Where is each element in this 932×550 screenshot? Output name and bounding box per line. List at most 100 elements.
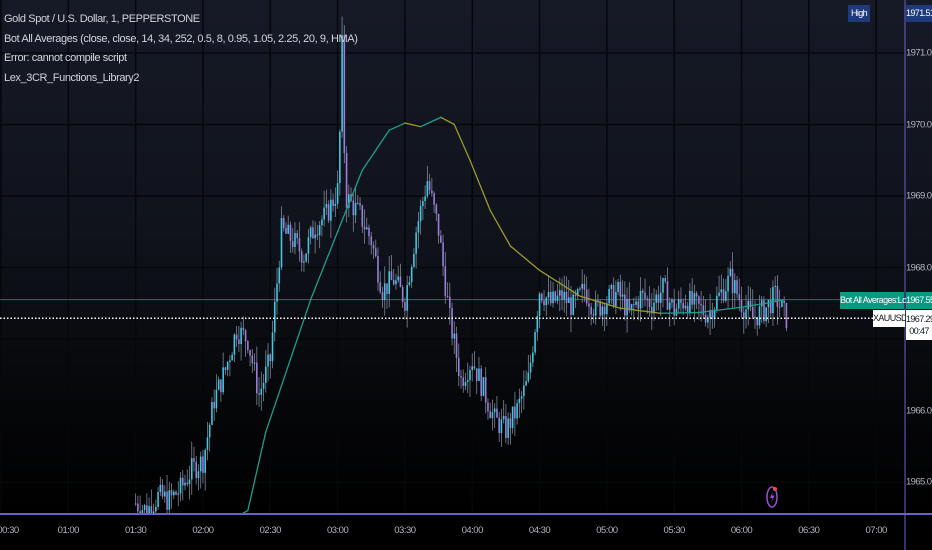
candle-up xyxy=(482,377,485,396)
candle-down xyxy=(599,301,601,316)
candle-up xyxy=(502,416,505,420)
candle-down xyxy=(505,416,507,438)
candle-down xyxy=(624,294,626,316)
candle-up xyxy=(217,379,220,390)
candle-up xyxy=(617,281,619,292)
candle-down xyxy=(195,461,198,479)
candle-up xyxy=(601,306,604,316)
candle-up xyxy=(273,301,276,333)
candle-up xyxy=(772,286,774,314)
candle-down xyxy=(399,276,402,288)
candle-down xyxy=(235,334,238,340)
library-legend[interactable]: Lex_3CR_Functions_Library2 xyxy=(4,69,357,89)
last-price-value: 1967.29 xyxy=(906,314,932,324)
candle-down xyxy=(736,280,738,295)
candle-down xyxy=(175,491,177,495)
candle-up xyxy=(309,227,312,238)
candle-down xyxy=(449,296,451,309)
candle-down xyxy=(134,503,137,505)
time-tick-label: 03:00 xyxy=(326,525,349,536)
candle-down xyxy=(392,279,395,285)
candle-up xyxy=(729,268,732,276)
candle-up xyxy=(453,333,456,339)
candle-up xyxy=(197,471,200,479)
candle-down xyxy=(657,294,660,303)
candle-down xyxy=(332,199,334,206)
candle-down xyxy=(664,278,667,282)
candle-down xyxy=(686,305,689,313)
candle-up xyxy=(733,280,736,294)
error-legend[interactable]: Error: cannot compile script xyxy=(4,49,357,69)
lightning-alert-icon[interactable] xyxy=(763,484,783,510)
candle-up xyxy=(383,283,386,300)
candle-up xyxy=(199,456,202,472)
indicator-legend[interactable]: Bot All Averages (close, close, 14, 34, … xyxy=(4,30,358,50)
candle-up xyxy=(469,370,471,381)
candle-down xyxy=(428,181,431,191)
candle-down xyxy=(731,268,734,294)
candle-up xyxy=(754,317,756,319)
candle-up xyxy=(471,366,474,371)
candle-up xyxy=(646,298,649,300)
candle-up xyxy=(659,292,662,303)
candle-down xyxy=(361,205,364,227)
candle-down xyxy=(644,292,646,299)
candle-up xyxy=(523,385,525,397)
candle-up xyxy=(684,305,687,309)
time-tick-label: 05:30 xyxy=(663,525,686,536)
candle-up xyxy=(552,291,554,304)
candle-up xyxy=(626,298,628,316)
candle-down xyxy=(462,377,465,386)
candle-down xyxy=(603,306,606,315)
time-tick-label: 03:30 xyxy=(394,525,416,536)
candle-up xyxy=(271,332,274,362)
candle-up xyxy=(581,283,583,289)
candle-down xyxy=(300,251,303,263)
candle-up xyxy=(413,253,415,267)
symbol-title[interactable]: Gold Spot / U.S. Dollar, 1, PEPPERSTONE xyxy=(4,10,357,30)
candle-up xyxy=(558,290,561,296)
candle-down xyxy=(181,477,184,486)
candle-up xyxy=(547,292,550,298)
candle-up xyxy=(529,362,532,373)
high-price-label: 1971.51 xyxy=(906,5,932,22)
candle-down xyxy=(666,281,669,310)
candle-up xyxy=(567,297,570,303)
candle-up xyxy=(365,227,368,230)
candle-up xyxy=(408,282,411,285)
candle-up xyxy=(321,219,323,226)
time-tick-label: 04:00 xyxy=(461,525,484,536)
candle-up xyxy=(417,221,420,233)
candle-up xyxy=(226,362,229,370)
candle-down xyxy=(778,306,781,308)
candle-up xyxy=(336,183,339,204)
candle-down xyxy=(213,402,215,409)
candle-up xyxy=(520,396,523,399)
candle-up xyxy=(260,388,263,395)
candle-up xyxy=(556,295,559,301)
time-tick-label: 06:30 xyxy=(798,525,820,536)
candle-down xyxy=(460,376,462,378)
time-tick-label: 06:00 xyxy=(730,525,753,536)
candle-down xyxy=(390,271,393,280)
candle-up xyxy=(155,506,157,512)
candle-down xyxy=(489,411,491,418)
candle-down xyxy=(370,236,373,246)
candle-down xyxy=(446,296,449,298)
candle-down xyxy=(256,362,258,394)
candle-down xyxy=(588,303,590,307)
candle-down xyxy=(628,298,631,310)
candle-down xyxy=(475,368,478,381)
candle-up xyxy=(222,367,224,393)
candle-up xyxy=(164,491,166,497)
candle-down xyxy=(161,484,164,497)
candle-up xyxy=(240,327,242,345)
time-tick-label: 02:00 xyxy=(192,525,214,536)
candle-up xyxy=(534,332,536,353)
candle-up xyxy=(397,276,399,281)
price-tick-label: 1968.00 xyxy=(906,262,932,273)
candle-up xyxy=(323,207,325,220)
candle-down xyxy=(224,367,227,370)
candle-up xyxy=(572,294,575,315)
candle-down xyxy=(202,456,204,473)
